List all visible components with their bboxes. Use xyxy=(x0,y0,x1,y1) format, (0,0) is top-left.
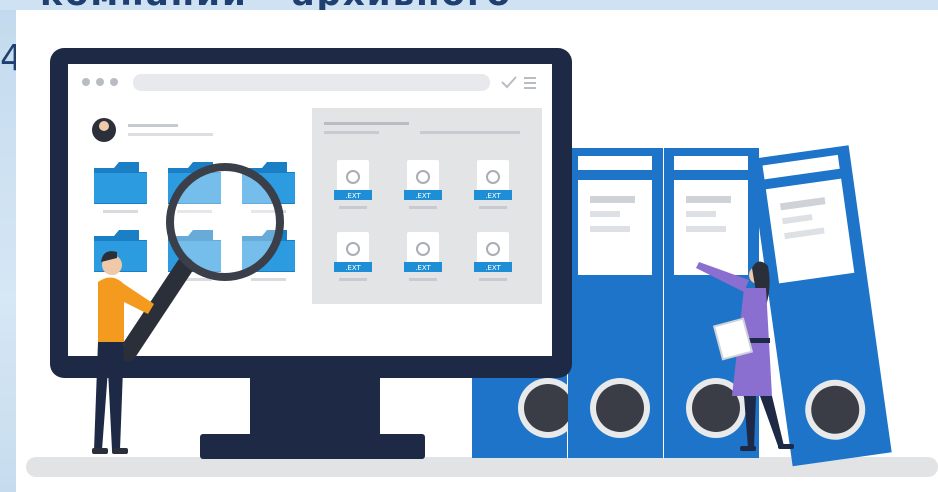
file-ext-label: .EXT xyxy=(415,192,431,200)
browser-bar xyxy=(82,74,536,91)
slide-frame: компании - архивного 4 xyxy=(0,0,938,492)
archive-illustration: .EXT .EXT .EXT .EXT .EXT .EXT xyxy=(26,48,938,477)
file-ext-label: .EXT xyxy=(485,192,501,200)
illustration-panel: .EXT .EXT .EXT .EXT .EXT .EXT xyxy=(16,10,938,492)
left-decoration xyxy=(0,10,16,492)
file-ext-label: .EXT xyxy=(415,264,431,272)
file-ext-label: .EXT xyxy=(485,264,501,272)
file-ext-label: .EXT xyxy=(345,264,361,272)
file-ext-label: .EXT xyxy=(345,192,361,200)
binder-2 xyxy=(568,148,663,458)
